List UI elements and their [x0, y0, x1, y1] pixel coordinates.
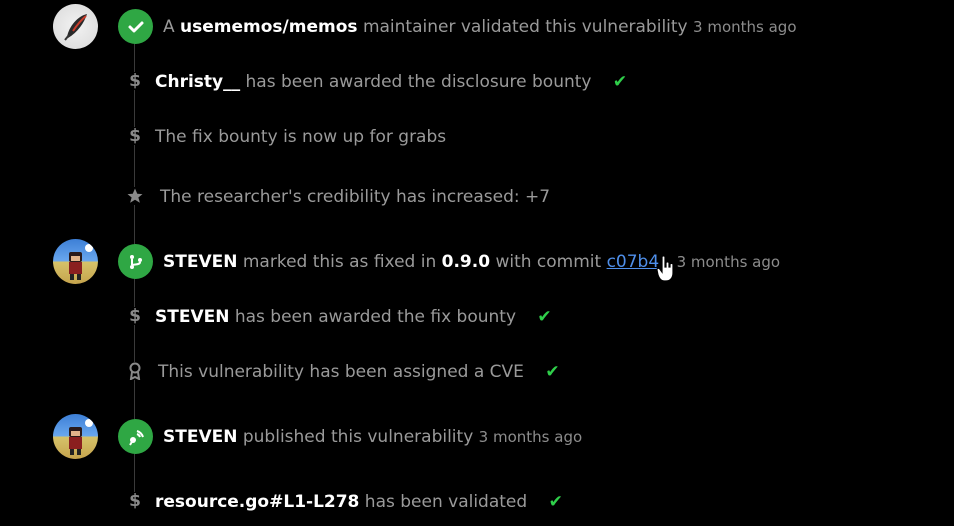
event-validated: A usememos/memos maintainer validated th…	[163, 16, 797, 38]
award-icon	[126, 362, 144, 380]
event-text: This vulnerability has been assigned a C…	[158, 362, 524, 382]
user-link[interactable]: STEVEN	[163, 252, 237, 272]
validated-check-icon	[118, 9, 153, 44]
file-link[interactable]: resource.go#L1-L278	[155, 492, 359, 512]
event-time: 3 months ago	[693, 18, 797, 36]
git-branch-icon	[118, 244, 153, 279]
event-published: STEVEN published this vulnerability 3 mo…	[163, 426, 582, 448]
user-link[interactable]: STEVEN	[155, 307, 229, 327]
event-file-validated: resource.go#L1-L278 has been validated ✔	[155, 491, 563, 513]
dollar-icon: $	[126, 306, 144, 326]
check-icon: ✔	[537, 307, 552, 327]
event-fix-bounty-open: The fix bounty is now up for grabs	[155, 126, 446, 148]
event-text: has been validated	[364, 492, 528, 512]
dollar-icon: $	[126, 126, 144, 146]
check-icon: ✔	[548, 492, 563, 512]
event-text: marked this as fixed in	[242, 252, 437, 272]
event-text: has been awarded the fix bounty	[234, 307, 517, 327]
event-text: The researcher's credibility has increas…	[160, 187, 551, 207]
dollar-icon: $	[126, 71, 144, 91]
event-fix-bounty-awarded: STEVEN has been awarded the fix bounty ✔	[155, 306, 552, 328]
event-text: has been awarded the disclosure bounty	[245, 72, 592, 92]
hand-cursor-icon	[656, 255, 674, 282]
dollar-icon: $	[126, 491, 144, 511]
event-cve: This vulnerability has been assigned a C…	[158, 361, 560, 383]
steven-avatar[interactable]	[53, 414, 98, 459]
maintainer-avatar[interactable]	[53, 4, 98, 49]
check-icon: ✔	[545, 362, 560, 382]
broadcast-icon	[118, 419, 153, 454]
commit-link[interactable]: c07b4	[607, 252, 660, 272]
event-text: The fix bounty is now up for grabs	[155, 127, 447, 147]
check-icon: ✔	[612, 72, 628, 92]
user-link[interactable]: Christy__	[155, 72, 240, 92]
event-time: 3 months ago	[478, 428, 583, 446]
event-prefix: A	[163, 17, 175, 37]
event-text: with commit	[495, 252, 602, 272]
event-time: 3 months ago	[676, 253, 781, 271]
version-label: 0.9.0	[441, 252, 491, 272]
role-label: maintainer	[362, 17, 456, 37]
user-link[interactable]: STEVEN	[163, 427, 237, 447]
event-text: published this vulnerability	[242, 427, 474, 447]
event-disclosure-bounty: Christy__ has been awarded the disclosur…	[155, 71, 627, 93]
steven-avatar[interactable]	[53, 239, 98, 284]
star-icon	[126, 187, 144, 205]
event-marked-fixed: STEVEN marked this as fixed in 0.9.0 wit…	[163, 251, 780, 273]
repo-link[interactable]: usememos/memos	[180, 17, 357, 37]
event-credibility: The researcher's credibility has increas…	[160, 186, 550, 208]
event-action: validated this vulnerability	[460, 17, 688, 37]
